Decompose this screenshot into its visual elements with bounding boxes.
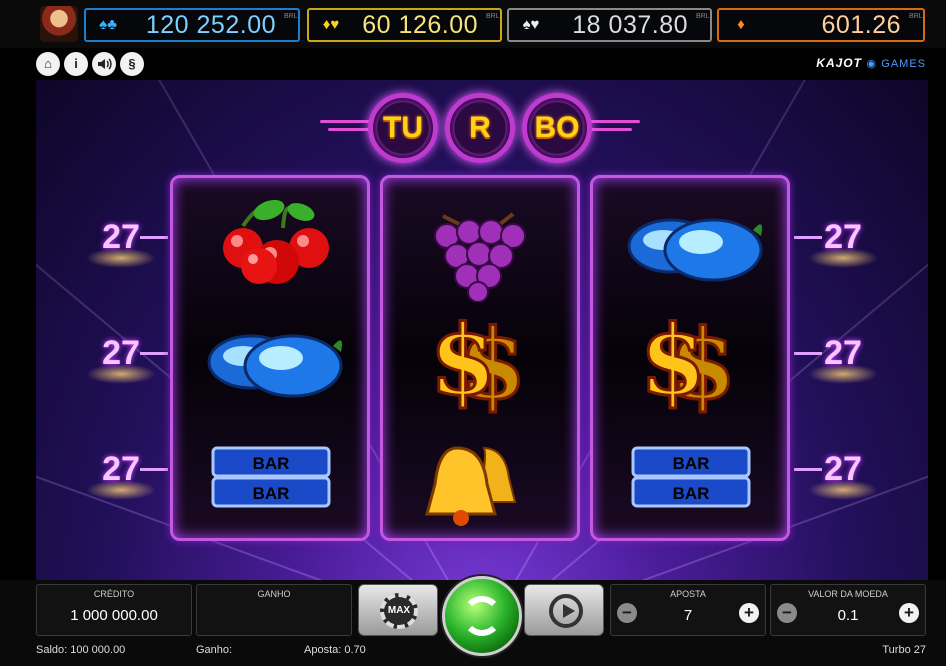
payline-indicator[interactable]: 27 — [76, 218, 168, 268]
game-name: Turbo 27 — [882, 644, 926, 656]
bet-selector: APOSTA − 7 + — [610, 584, 766, 636]
gold-cards-icon: ♦♥ — [322, 16, 340, 33]
payline-indicator[interactable]: 27 — [794, 450, 888, 500]
brand-suffix: GAMES — [881, 58, 926, 70]
reel-1: BAR BAR — [170, 175, 370, 541]
bet-label: APOSTA — [670, 589, 706, 599]
paylines-right: 27 27 27 — [794, 80, 888, 580]
svg-text:$: $ — [430, 304, 497, 417]
brand-logo: KAJOT ◉ GAMES — [816, 56, 926, 70]
spin-arrows-icon — [462, 596, 502, 636]
orange-card-icon: ♦ — [737, 16, 745, 33]
sound-icon[interactable] — [92, 52, 116, 76]
title-letter: R — [445, 93, 515, 163]
control-panel: CRÉDITO 1 000 000.00 GANHO MAX APOSTA − … — [0, 576, 946, 666]
player-avatar[interactable] — [40, 6, 78, 42]
svg-text:BAR: BAR — [673, 454, 710, 473]
jackpot-currency: BRL — [284, 13, 298, 20]
coin-increase-button[interactable]: + — [899, 603, 919, 623]
coin-value-selector: VALOR DA MOEDA − 0.1 + — [770, 584, 926, 636]
jackpot-currency: BRL — [486, 13, 500, 20]
paylines-left: 27 27 27 — [76, 80, 168, 580]
double-bar-icon: BAR BAR — [173, 418, 367, 534]
max-chip-icon: MAX — [380, 593, 418, 629]
svg-text:BAR: BAR — [253, 454, 290, 473]
balance-status: Saldo: 100 000.00 — [36, 644, 126, 656]
jackpot-blue: ♠♣ 120 252.00 BRL — [84, 8, 300, 42]
svg-text:BAR: BAR — [673, 484, 710, 503]
autoplay-button[interactable] — [524, 584, 604, 636]
grapes-icon — [383, 186, 577, 303]
game-area: TU R BO 27 27 27 27 27 27 BAR BAR $ $ $ … — [36, 80, 928, 580]
cherries-icon — [173, 186, 367, 302]
dollar-icon: $ $ — [383, 302, 577, 423]
plums-icon — [593, 186, 787, 302]
jackpot-bar: ♠♣ 120 252.00 BRL ♦♥ 60 126.00 BRL ♠♥ 18… — [0, 0, 946, 48]
rules-icon[interactable]: § — [120, 52, 144, 76]
payline-indicator[interactable]: 27 — [794, 334, 888, 384]
jackpot-value: 18 037.80 — [572, 11, 688, 39]
jackpot-orange: ♦ 601.26 BRL — [717, 8, 925, 42]
coin-value-label: VALOR DA MOEDA — [808, 589, 888, 599]
svg-text:$: $ — [640, 304, 707, 417]
bet-status: Aposta: 0.70 — [304, 644, 366, 656]
spin-button[interactable] — [442, 576, 522, 656]
bet-increase-button[interactable]: + — [739, 603, 759, 623]
toolbar: ⌂ i § — [36, 52, 144, 78]
max-bet-button[interactable]: MAX — [358, 584, 438, 636]
home-icon[interactable]: ⌂ — [36, 52, 60, 76]
brand-suffix-icon: ◉ — [866, 58, 877, 70]
svg-text:BAR: BAR — [253, 484, 290, 503]
plums-icon — [173, 302, 367, 418]
brand-name: KAJOT — [816, 56, 862, 70]
bells-icon — [383, 418, 577, 534]
jackpot-value: 601.26 — [821, 11, 901, 39]
jackpot-gold: ♦♥ 60 126.00 BRL — [307, 8, 502, 42]
win-label: GANHO — [257, 589, 291, 599]
blue-cards-icon: ♠♣ — [99, 16, 117, 33]
silver-cards-icon: ♠♥ — [522, 16, 540, 33]
win-status: Ganho: — [196, 644, 233, 656]
dollar-icon: $ $ — [593, 302, 787, 423]
info-icon[interactable]: i — [64, 52, 88, 76]
autoplay-icon — [549, 594, 583, 628]
payline-indicator[interactable]: 27 — [76, 334, 168, 384]
reel-3: $ $ BAR BAR — [590, 175, 790, 541]
credit-value: 1 000 000.00 — [70, 607, 158, 624]
double-bar-icon: BAR BAR — [593, 418, 787, 534]
game-title: TU R BO — [320, 90, 640, 166]
title-letter: BO — [522, 93, 592, 163]
reel-2: $ $ — [380, 175, 580, 541]
jackpot-currency: BRL — [909, 13, 923, 20]
payline-indicator[interactable]: 27 — [794, 218, 888, 268]
title-letter: TU — [368, 93, 438, 163]
credit-display: CRÉDITO 1 000 000.00 — [36, 584, 192, 636]
jackpot-silver: ♠♥ 18 037.80 BRL — [507, 8, 712, 42]
credit-label: CRÉDITO — [93, 589, 135, 599]
jackpot-currency: BRL — [696, 13, 710, 20]
payline-indicator[interactable]: 27 — [76, 450, 168, 500]
jackpot-value: 60 126.00 — [362, 11, 478, 39]
win-display: GANHO — [196, 584, 352, 636]
jackpot-value: 120 252.00 — [145, 11, 276, 39]
